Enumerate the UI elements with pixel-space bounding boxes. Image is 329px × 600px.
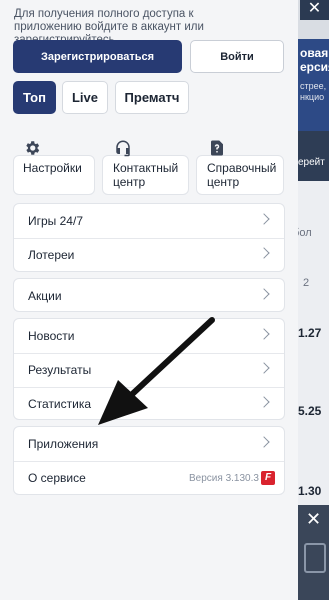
odd-value[interactable]: 1.30 bbox=[298, 484, 321, 498]
events-list: тбол 2 1.27 5.25 1.30 bbox=[288, 181, 329, 511]
promo-action-bar: ерейт bbox=[298, 131, 329, 181]
promo-line-2: ерсия bbox=[300, 60, 329, 74]
odd-value[interactable]: 1.27 bbox=[298, 326, 321, 340]
bottom-panel: ✕ bbox=[298, 505, 329, 600]
square-icon bbox=[304, 543, 326, 573]
promo-banner[interactable]: овая ерсия стрее, нкцио bbox=[298, 39, 329, 131]
promo-more-link[interactable]: ерейт bbox=[298, 157, 325, 168]
drawer-close-icon[interactable]: ✕ bbox=[300, 0, 329, 20]
odd-value[interactable]: 5.25 bbox=[298, 404, 321, 418]
close-icon[interactable]: ✕ bbox=[298, 509, 329, 530]
promo-line-1: овая bbox=[300, 46, 329, 60]
column-label: 2 bbox=[303, 277, 310, 289]
promo-line-3: стрее, bbox=[300, 81, 327, 91]
side-drawer: Для получения полного доступа к приложен… bbox=[0, 0, 298, 600]
promo-line-4: нкцио bbox=[300, 92, 325, 102]
arrow-annotation-icon bbox=[98, 317, 215, 425]
